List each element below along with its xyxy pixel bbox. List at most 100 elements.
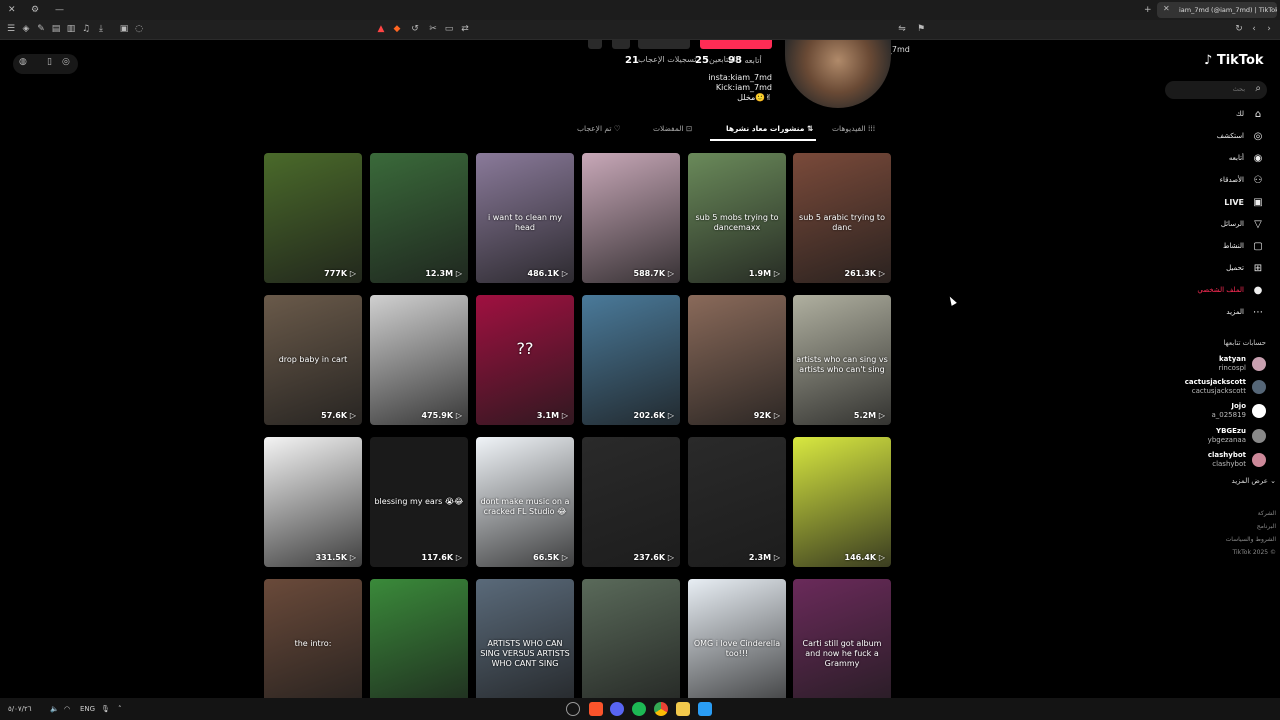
menu-icon[interactable]: ☰ [5,23,17,35]
sidebar-item[interactable]: الأصدقاء ⚇ [1170,175,1268,189]
sidebar-item[interactable]: استكشف ◎ [1170,131,1268,145]
video-tile[interactable] [370,579,468,709]
brave-shield-icon[interactable]: ◆ [391,23,403,35]
alert-icon[interactable]: ▲ [375,23,387,35]
spotify-icon[interactable] [632,702,646,716]
video-tile[interactable]: dont make music on a cracked FL Studio 😂… [476,437,574,567]
video-tile[interactable] [582,579,680,709]
sidebar-icon[interactable]: ▥ [65,23,77,35]
video-tile[interactable]: ARTISTS WHO CAN SING VERSUS ARTISTS WHO … [476,579,574,709]
video-tile[interactable]: the intro: [264,579,362,709]
close-icon[interactable]: ✕ [8,4,16,16]
video-tile[interactable]: i want to clean my head 486.1K ▷ [476,153,574,283]
video-tile[interactable]: 12.3M ▷ [370,153,468,283]
video-tile[interactable]: ?? 3.1M ▷ [476,295,574,425]
search-icon[interactable]: ⌕ [1255,83,1261,94]
video-tile[interactable]: 475.9K ▷ [370,295,468,425]
video-tile[interactable]: OMG i love Cinderella too!!! [688,579,786,709]
tab-liked[interactable]: تم الإعجاب ♡ [577,124,621,133]
forward-icon[interactable]: › [1263,23,1275,35]
history-icon[interactable]: ↺ [409,23,421,35]
video-tile[interactable]: 202.6K ▷ [582,295,680,425]
edit-profile-button[interactable] [638,40,690,49]
sidebar-item[interactable]: النشاط ▢ [1170,241,1268,255]
translate-icon[interactable]: ⇄ [459,23,471,35]
search-taskbar-icon[interactable] [566,702,580,716]
tab-close-icon[interactable]: ✕ [1163,3,1170,15]
back-icon[interactable]: ‹ [1248,23,1260,35]
chrome-icon[interactable] [654,702,668,716]
footer-link[interactable]: البرنامج [1170,523,1276,530]
sidebar-item[interactable]: لك ⌂ [1170,109,1268,123]
following-account[interactable]: Jojo a_025819 [1170,402,1268,422]
site-settings-icon[interactable]: ⇋ [896,23,908,35]
tab-reposts[interactable]: منشورات معاد نشرها ⇅ [726,124,813,133]
video-tile[interactable]: blessing my ears 😭😂 117.6K ▷ [370,437,468,567]
following-account[interactable]: clashybot clashybot [1170,451,1268,471]
shield-icon[interactable]: ◈ [20,23,32,35]
see-more-link[interactable]: عرض المزيد ⌄ [1170,477,1276,485]
settings-button[interactable] [612,40,630,49]
tools-icon[interactable]: ✂ [427,23,439,35]
settings-icon[interactable]: ⚙ [31,4,39,16]
wifi-icon[interactable]: ◠ [64,703,70,715]
video-tile[interactable]: 331.5K ▷ [264,437,362,567]
chat-icon[interactable]: ◌ [133,23,145,35]
window-icon[interactable]: ▭ [443,23,455,35]
volume-icon[interactable]: 🔈 [50,703,59,715]
sidebar-item[interactable]: تحميل ⊞ [1170,263,1268,277]
new-tab-icon[interactable]: + [1144,4,1152,16]
sidebar-item[interactable]: المزيد ⋯ [1170,307,1268,321]
mobile-icon[interactable]: ▯ [47,57,52,67]
avatar-icon[interactable]: ◍ [19,57,27,67]
footer-link[interactable]: الشركة [1170,510,1276,517]
video-tile[interactable]: 146.4K ▷ [793,437,891,567]
video-tile[interactable]: 92K ▷ [688,295,786,425]
video-tile[interactable]: sub 5 arabic trying to danc 261.3K ▷ [793,153,891,283]
bookmark-icon[interactable]: ⚑ [915,23,927,35]
video-tile[interactable]: 2.3M ▷ [688,437,786,567]
brave-browser-icon[interactable] [589,702,603,716]
video-tile[interactable]: artists who can sing vs artists who can'… [793,295,891,425]
reload-icon[interactable]: ↻ [1233,23,1245,35]
chevron-up-icon[interactable]: ˄ [118,703,122,715]
search-input[interactable]: بحث ⌕ [1165,81,1267,99]
reader-icon[interactable]: ▣ [118,23,130,35]
screenshot-icon[interactable]: ▤ [50,23,62,35]
share-button[interactable] [588,40,602,49]
active-tab[interactable]: ✕ iam_7md (@iam_7md) | TikTok [1157,2,1277,18]
video-tile[interactable]: sub 5 mobs trying to dancemaxx 1.9M ▷ [688,153,786,283]
mic-icon[interactable]: 🎙 [101,703,110,715]
extension-icon[interactable]: ✎ [35,23,47,35]
tab-favorites[interactable]: المفضلات ⊡ [653,124,692,133]
download-icon[interactable]: ⤓ [95,23,107,35]
file-explorer-icon[interactable] [676,702,690,716]
sidebar-item[interactable]: الملف الشخصي ● [1170,285,1268,299]
video-tile[interactable]: drop baby in cart 57.6K ▷ [264,295,362,425]
following-account[interactable]: YBGEzu ybgezanaa [1170,427,1268,447]
following-account[interactable]: cactusjackscott cactusjackscott [1170,378,1268,398]
language-indicator[interactable]: ENG [80,703,95,715]
sidebar-item[interactable]: LIVE ▣ [1170,197,1268,211]
music-icon[interactable]: ♫ [80,23,92,35]
sidebar-item[interactable]: الرسائل ▽ [1170,219,1268,233]
footer-link[interactable]: الشروط والسياسات [1170,536,1276,543]
discord-icon[interactable] [610,702,624,716]
stat-followers[interactable]: 25 [695,55,709,66]
home-icon: ⌂ [1254,109,1262,120]
play-icon: ▷ [559,553,568,562]
video-tile[interactable]: 588.7K ▷ [582,153,680,283]
video-tile[interactable]: 777K ▷ [264,153,362,283]
minimize-icon[interactable]: — [55,4,64,16]
view-count: 777K ▷ [324,269,356,278]
video-tile[interactable]: Carti still got album and now he fuck a … [793,579,891,709]
compass-icon[interactable]: ◎ [62,57,70,67]
sidebar-item[interactable]: أتابعه ◉ [1170,153,1268,167]
video-tile[interactable]: 237.6K ▷ [582,437,680,567]
profile-avatar [785,40,891,108]
promote-button[interactable] [700,40,772,49]
tab-videos[interactable]: الفيديوهات ⁞⁞⁞ [832,124,875,133]
tiktok-logo[interactable]: ♪ TikTok [1204,53,1264,68]
following-account[interactable]: katyan rincospl [1170,355,1268,375]
windows-start-icon[interactable] [698,702,712,716]
